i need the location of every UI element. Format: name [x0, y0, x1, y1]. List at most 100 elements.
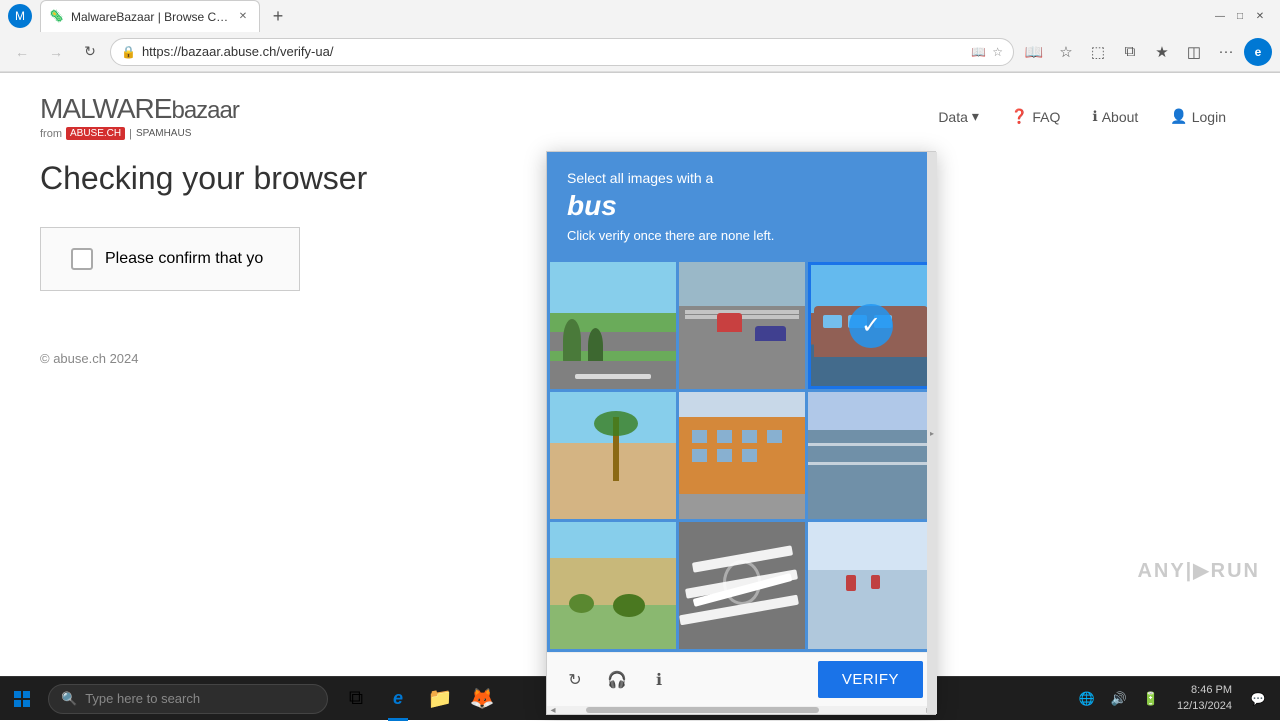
captcha-cell-3[interactable]: ✓ [808, 262, 934, 389]
tab-favicon: 🦠 [49, 9, 65, 25]
address-bar[interactable]: 🔒 https://bazaar.abuse.ch/verify-ua/ 📖 ☆ [110, 38, 1014, 66]
captcha-cell-4[interactable]: ✓ [550, 392, 676, 519]
checkbox-area: Please confirm that yo [40, 227, 300, 291]
nav-data[interactable]: Data ▾ [924, 102, 993, 131]
logo-sub: from ABUSE.CH | SPAMHAUS [40, 127, 239, 140]
logo-brand: MALWAREbazaar [40, 93, 239, 125]
taskbar-search-bar[interactable]: 🔍 Type here to search [48, 684, 328, 714]
captcha-cell-7[interactable]: ✓ [550, 522, 676, 649]
window-controls: — □ ✕ [1212, 8, 1268, 24]
anyrun-watermark: ANY|▶RUN [1137, 558, 1260, 583]
captcha-cell-2[interactable]: ✓ [679, 262, 805, 389]
start-button[interactable] [0, 677, 44, 721]
battery-icon[interactable]: 🔋 [1137, 685, 1165, 713]
captcha-cell-9[interactable]: ✓ [808, 522, 934, 649]
taskbar-file-explorer[interactable]: 📁 [420, 677, 460, 721]
scroll-left-arrow[interactable]: ◂ [547, 706, 559, 714]
time-display: 8:46 PM [1191, 683, 1232, 698]
captcha-instruction: Click verify once there are none left. [567, 228, 915, 243]
taskbar-search-placeholder: Type here to search [85, 691, 200, 706]
minimize-button[interactable]: — [1212, 8, 1228, 24]
site-header: MALWAREbazaar from ABUSE.CH | SPAMHAUS D… [40, 93, 1240, 140]
task-view-icon: ⧉ [349, 687, 363, 710]
person-icon: 👤 [1170, 108, 1187, 125]
info-circle-icon: ℹ [1092, 108, 1097, 125]
captcha-overlay: Select all images with a bus Click verif… [546, 151, 936, 715]
taskbar-task-view[interactable]: ⧉ [336, 677, 376, 721]
verify-text: Please confirm that yo [105, 250, 263, 268]
taskbar-edge-browser[interactable]: e [378, 677, 418, 721]
favorites-icon[interactable]: ☆ [992, 45, 1003, 59]
anyrun-text: ANY|▶RUN [1137, 558, 1260, 583]
read-mode-icon[interactable]: 📖 [971, 45, 986, 59]
captcha-collapse-bar[interactable]: ▸ [927, 152, 937, 714]
date-display: 12/13/2024 [1177, 699, 1232, 714]
info-captcha-button[interactable]: ℹ [643, 664, 675, 696]
captcha-prompt: Select all images with a [567, 170, 915, 186]
speaker-icon[interactable]: 🔊 [1105, 685, 1133, 713]
title-bar: M 🦠 MalwareBazaar | Browse Checkin... ✕ … [0, 0, 1280, 32]
captcha-word: bus [567, 190, 915, 222]
add-favorites-icon[interactable]: ☆ [1052, 38, 1080, 66]
page-content: MALWAREbazaar from ABUSE.CH | SPAMHAUS D… [0, 73, 1280, 641]
close-button[interactable]: ✕ [1252, 8, 1268, 24]
nav-about[interactable]: ℹ About [1078, 102, 1152, 131]
checkmark-3: ✓ [849, 304, 893, 348]
collections-icon[interactable]: ◫ [1180, 38, 1208, 66]
back-button[interactable]: ← [8, 38, 36, 66]
tab-label: MalwareBazaar | Browse Checkin... [71, 10, 229, 24]
captcha-scrollbar[interactable]: ◂ ▸ [547, 706, 935, 714]
human-checkbox[interactable] [71, 248, 93, 270]
captcha-cell-1[interactable]: ✓ [550, 262, 676, 389]
new-tab-button[interactable]: + [264, 2, 292, 30]
verify-button[interactable]: VERIFY [818, 661, 923, 698]
nav-faq[interactable]: ❓ FAQ [997, 102, 1074, 131]
captcha-cell-6[interactable]: ✓ [808, 392, 934, 519]
captcha-cell-5[interactable]: ✓ [679, 392, 805, 519]
captcha-icons: ↻ 🎧 ℹ [559, 664, 675, 696]
taskbar-apps: ⧉ e 📁 🦊 [336, 677, 502, 721]
read-aloud-icon[interactable]: 📖 [1020, 38, 1048, 66]
site-logo: MALWAREbazaar from ABUSE.CH | SPAMHAUS [40, 93, 239, 140]
browser-chrome: M 🦠 MalwareBazaar | Browse Checkin... ✕ … [0, 0, 1280, 73]
tab-close-button[interactable]: ✕ [235, 9, 251, 25]
captcha-footer: ↻ 🎧 ℹ VERIFY [547, 652, 935, 706]
notification-button[interactable]: 💬 [1244, 685, 1272, 713]
captcha-grid: ✓ ✓ ✓ [547, 259, 935, 652]
favorites-icon[interactable]: ★ [1148, 38, 1176, 66]
windows-logo [14, 691, 30, 707]
site-nav: Data ▾ ❓ FAQ ℹ About 👤 Login [924, 102, 1240, 131]
network-icon[interactable]: 🌐 [1073, 685, 1101, 713]
logo-pipe: | [129, 128, 132, 140]
captcha-cell-8[interactable]: ✓ [679, 522, 805, 649]
url-text: https://bazaar.abuse.ch/verify-ua/ [142, 44, 965, 59]
logo-spamhaus: SPAMHAUS [136, 128, 191, 139]
audio-captcha-button[interactable]: 🎧 [601, 664, 633, 696]
refresh-button[interactable]: ↻ [76, 38, 104, 66]
nav-login[interactable]: 👤 Login [1156, 102, 1240, 131]
maximize-button[interactable]: □ [1232, 8, 1248, 24]
edge-icon: e [393, 688, 403, 709]
notification-icon: 💬 [1251, 692, 1266, 706]
browser-tab[interactable]: 🦠 MalwareBazaar | Browse Checkin... ✕ [40, 0, 260, 32]
profile-icon[interactable]: M [8, 4, 32, 28]
taskbar-right: 🌐 🔊 🔋 8:46 PM 12/13/2024 💬 [1073, 683, 1280, 714]
firefox-icon: 🦊 [470, 686, 495, 711]
refresh-captcha-button[interactable]: ↻ [559, 664, 591, 696]
more-icon[interactable]: ··· [1212, 38, 1240, 66]
taskbar-clock[interactable]: 8:46 PM 12/13/2024 [1169, 683, 1240, 714]
taskbar-firefox[interactable]: 🦊 [462, 677, 502, 721]
taskbar-search-icon: 🔍 [61, 691, 77, 707]
lock-icon: 🔒 [121, 45, 136, 59]
question-icon: ❓ [1011, 108, 1028, 125]
captcha-header: Select all images with a bus Click verif… [547, 152, 935, 259]
address-bar-row: ← → ↻ 🔒 https://bazaar.abuse.ch/verify-u… [0, 32, 1280, 72]
toolbar-icons: 📖 ☆ ⬚ ⧉ ★ ◫ ··· e [1020, 38, 1272, 66]
logo-from: from [40, 128, 62, 140]
scrollbar-thumb[interactable] [586, 707, 819, 713]
forward-button[interactable]: → [42, 38, 70, 66]
file-explorer-icon: 📁 [428, 686, 453, 711]
edge-copilot-icon[interactable]: e [1244, 38, 1272, 66]
extensions-icon[interactable]: ⬚ [1084, 38, 1112, 66]
split-screen-icon[interactable]: ⧉ [1116, 38, 1144, 66]
